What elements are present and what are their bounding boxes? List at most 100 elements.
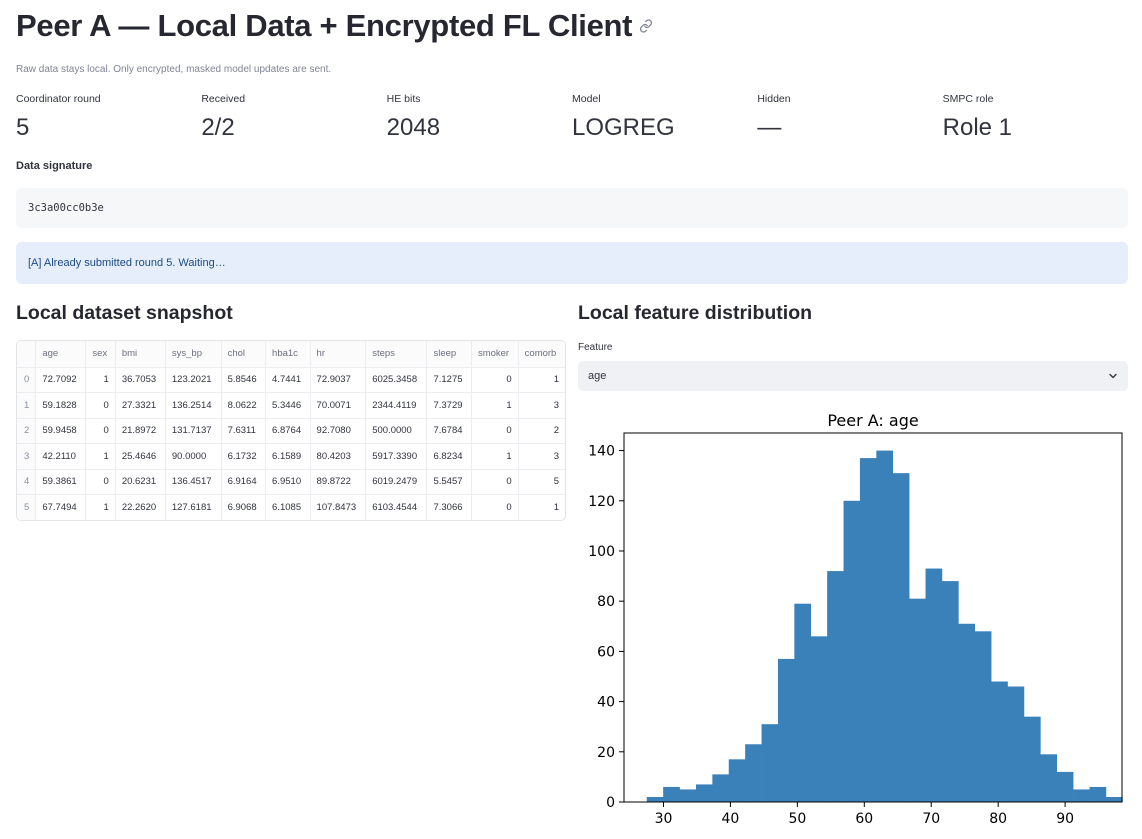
table-cell: 5 [518,469,565,495]
table-column-header[interactable]: sex [85,341,116,368]
table-body: 0 72.7092 1 36.7053 123.2021 5.8546 4.7441 72.9… [17,367,565,520]
histogram-bar [958,623,976,802]
table-cell: 6.8234 [426,443,472,470]
link-icon[interactable] [639,19,653,33]
table-column-header[interactable]: age [35,341,87,368]
table-column-header[interactable]: chol [221,341,267,368]
metric-value: — [757,114,782,141]
table-cell: 7.3729 [426,392,472,419]
y-tick-label: 60 [597,644,615,660]
feature-select-value: age [588,370,607,382]
y-tick-label: 140 [588,444,615,460]
histogram-bar [843,500,861,802]
x-tick-label: 30 [655,811,673,827]
table-cell: 0 [85,392,116,419]
table-cell: 5917.3390 [365,443,428,470]
table-column-header[interactable]: bmi [115,341,166,368]
table-row[interactable]: 1 59.1828 0 27.3321 136.2514 8.0622 5.3446 70.0… [17,392,565,419]
table-cell: 1 [518,367,565,393]
table-column-header[interactable]: comorb [518,341,565,368]
table-cell: 1 [85,494,116,520]
x-tick-label: 50 [788,811,806,827]
table-column-header[interactable]: hr [310,341,367,368]
table-cell: 25.4646 [115,443,166,470]
table-cell: 107.8473 [310,494,367,520]
page-caption: Raw data stays local. Only encrypted, ma… [16,64,332,75]
feature-select-label: Feature [578,342,613,353]
distribution-heading: Local feature distribution [578,302,813,324]
data-signature-code: 3c3a00cc0b3e [16,188,1128,228]
table-cell: 6.1085 [265,494,311,520]
y-tick-label: 120 [588,494,615,510]
metric-label: SMPC role [942,93,994,105]
table-cell: 6.1589 [265,443,311,470]
metric-hidden: Hidden — [757,92,942,145]
table-cell: 20.6231 [115,469,166,495]
metric-model: Model LOGREG [572,92,757,145]
histogram-bar [1105,796,1123,802]
histogram-bar [1089,786,1107,802]
table-cell: 0 [471,494,519,520]
metric-value: LOGREG [571,114,675,141]
chevron-down-icon [1109,373,1117,379]
table-column-header[interactable]: sleep [426,341,472,368]
table-cell: 4.7441 [265,367,311,393]
table-row-index: 5 [17,494,37,520]
histogram-bar [1023,716,1041,802]
table-cell: 6.9510 [265,469,311,495]
table-cell: 0 [471,418,519,444]
table-cell: 90.0000 [165,443,222,470]
page-title: Peer A — Local Data + Encrypted FL Clien… [16,8,653,44]
table-cell: 22.2620 [115,494,166,520]
table-cell: 1 [471,443,519,470]
table-cell: 3 [518,443,565,470]
table-cell: 7.6311 [221,418,267,444]
table-cell: 6.1732 [221,443,267,470]
table-cell: 1 [85,443,116,470]
table-cell: 5.8546 [221,367,267,393]
y-tick-label: 40 [597,695,615,711]
x-tick-label: 60 [855,811,873,827]
table-cell: 6.9164 [221,469,267,495]
metric-value: 2048 [386,114,441,141]
table-row[interactable]: 2 59.9458 0 21.8972 131.7137 7.6311 6.8764 92.7… [17,418,565,444]
table-cell: 6.9068 [221,494,267,520]
table-index-header[interactable] [17,341,37,368]
age-histogram-chart: Peer A: age 0 20 40 60 80 100 120 140 30 40 50 60 70 8… [588,411,1123,827]
histogram-bar [941,581,959,802]
table-header-row: age sex bmi sys_bp chol hba1c hr steps sleep smok… [17,341,565,368]
histogram-bar [909,598,926,802]
table-row-index: 3 [17,443,37,470]
table-cell: 2344.4119 [365,392,428,419]
table-column-header[interactable]: sys_bp [165,341,222,368]
histogram-bar [745,744,762,802]
metrics-row: Coordinator round 5 Received 2/2 HE bits… [16,92,1128,145]
table-column-header[interactable]: hba1c [265,341,311,368]
feature-select[interactable]: age [578,361,1128,391]
table-row[interactable]: 5 67.7494 1 22.2620 127.6181 6.9068 6.1085 107.… [17,494,565,520]
table-cell: 136.2514 [165,392,222,419]
x-tick-label: 70 [922,811,940,827]
metric-label: HE bits [386,93,421,105]
histogram-bar [1073,789,1090,802]
status-info-banner: [A] Already submitted round 5. Waiting… [16,242,1128,284]
table-cell: 36.7053 [115,367,166,393]
table-cell: 1 [518,494,565,520]
table-cell: 7.3066 [426,494,472,520]
page-title-text: Peer A — Local Data + Encrypted FL Clien… [16,8,633,43]
table-cell: 0 [85,418,116,444]
dataset-table[interactable]: age sex bmi sys_bp chol hba1c hr steps sleep smok… [16,340,566,521]
table-column-header[interactable]: smoker [471,341,519,368]
table-cell: 136.4517 [165,469,222,495]
table-column-header[interactable]: steps [365,341,428,368]
table-row[interactable]: 0 72.7092 1 36.7053 123.2021 5.8546 4.7441 72.9… [17,367,565,393]
histogram-bar [925,568,943,802]
table-row[interactable]: 4 59.3861 0 20.6231 136.4517 6.9164 6.9510 89.8… [17,469,565,495]
histogram-bar [794,603,812,802]
table-row[interactable]: 3 42.2110 1 25.4646 90.0000 6.1732 6.1589 80.42… [17,443,565,470]
table-cell: 59.3861 [35,469,87,495]
table-cell: 6025.3458 [365,367,428,393]
table-cell: 59.9458 [35,418,87,444]
y-tick-label: 20 [597,745,615,761]
metric-received: Received 2/2 [201,92,386,145]
